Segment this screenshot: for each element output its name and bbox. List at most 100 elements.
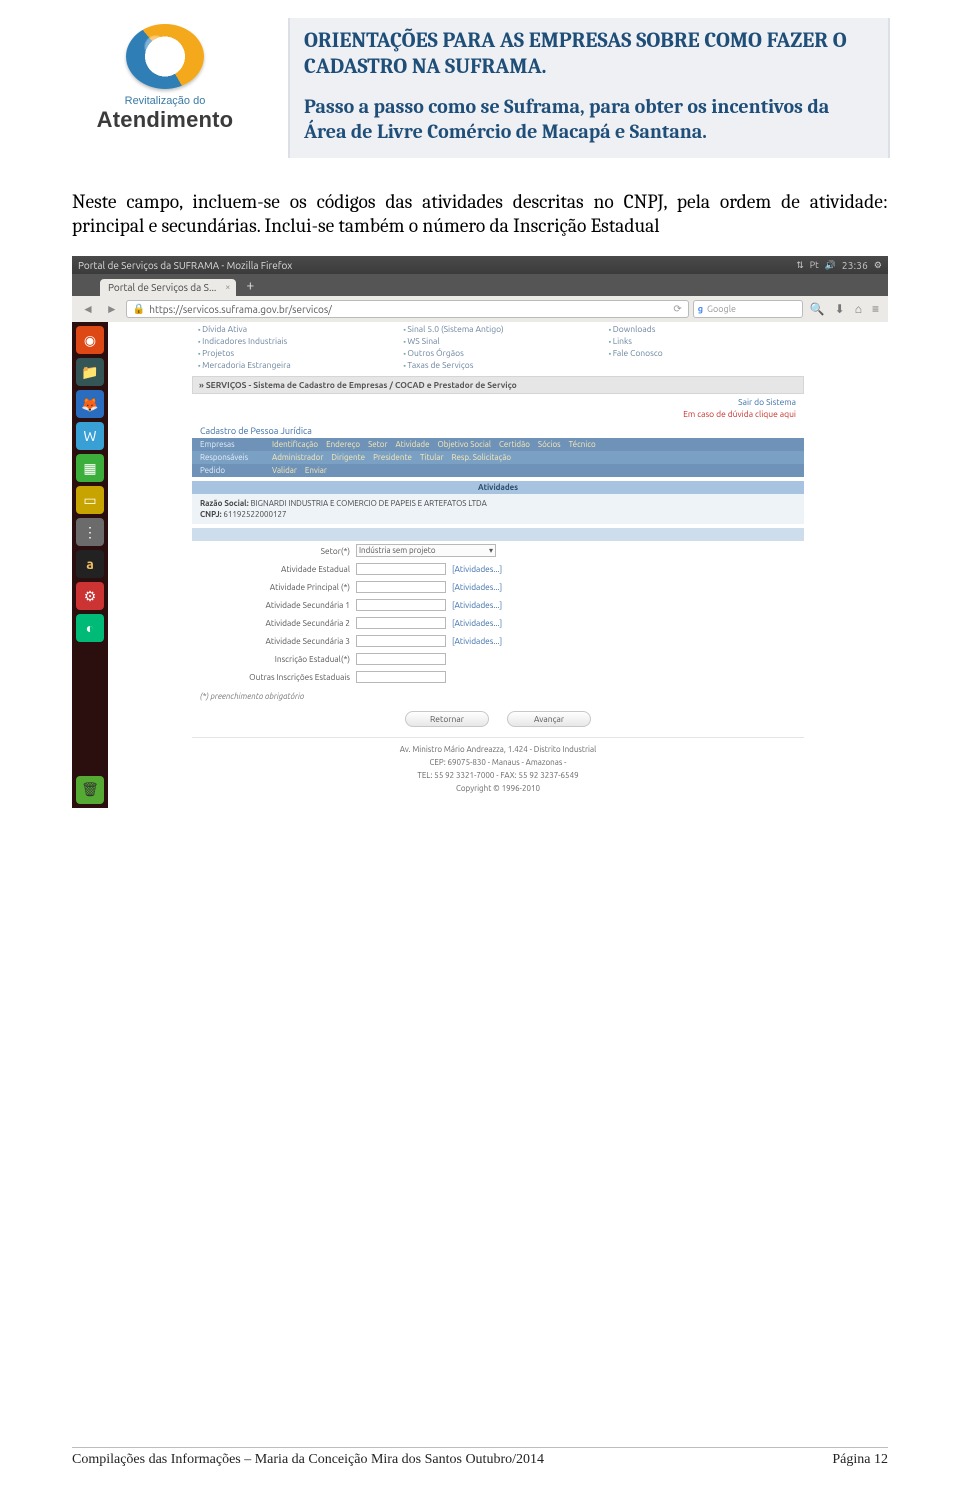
close-tab-icon[interactable]: × — [225, 282, 230, 292]
row-atividade-estadual: Atividade Estadual [Atividades...] — [192, 560, 804, 578]
atividades-link[interactable]: [Atividades...] — [452, 600, 502, 610]
google-icon: g — [698, 304, 703, 314]
search-placeholder: Google — [707, 304, 736, 314]
nav-item[interactable]: Endereço — [326, 440, 360, 449]
nav-item[interactable]: Identificação — [272, 440, 318, 449]
new-tab-button[interactable]: + — [240, 277, 260, 293]
tray-clock: 23:36 — [842, 260, 868, 271]
toplink[interactable]: Outros Órgãos — [403, 348, 592, 358]
row-atividade-principal: Atividade Principal (*) [Atividades...] — [192, 578, 804, 596]
chevron-down-icon: ▾ — [489, 546, 493, 555]
footer-line2: CEP: 69075-830 - Manaus - Amazonas - — [192, 757, 804, 770]
nav-item[interactable]: Validar — [272, 466, 297, 475]
system-tray: ⇅ Pt 🔊 23:36 ⚙ — [796, 260, 882, 271]
row-outras-inscricoes: Outras Inscrições Estaduais — [192, 668, 804, 686]
nav-row-responsaveis: Responsáveis Administrador Dirigente Pre… — [192, 451, 804, 464]
inscricao-input[interactable] — [356, 653, 446, 665]
setor-label: Setor(*) — [200, 546, 350, 556]
footer-left: Compilações das Informações – Maria da C… — [72, 1452, 544, 1468]
tray-net-icon: ⇅ — [796, 260, 804, 271]
setor-value: Indústria sem projeto — [359, 546, 436, 555]
toplink[interactable]: Projetos — [198, 348, 387, 358]
dock-firefox-icon[interactable]: 🦊 — [76, 390, 104, 418]
outras-label: Outras Inscrições Estaduais — [200, 672, 350, 682]
tab-label: Portal de Serviços da S... — [108, 282, 216, 293]
dock-extra-icon[interactable]: ◐ — [76, 614, 104, 642]
portal: Dívida Ativa Indicadores Industriais Pro… — [192, 322, 804, 804]
field-label: Atividade Secundária 3 — [200, 636, 350, 646]
help-link[interactable]: Em caso de dúvida clique aqui — [200, 409, 796, 419]
toplink[interactable]: Fale Conosco — [609, 348, 798, 358]
url-scheme: https:// — [149, 304, 183, 315]
forward-button[interactable]: ► — [102, 302, 122, 316]
atividades-subheader — [192, 528, 804, 541]
nav-row-pedido: Pedido Validar Enviar — [192, 464, 804, 477]
dock-software-icon[interactable]: ⋮ — [76, 518, 104, 546]
setor-select[interactable]: Indústria sem projeto ▾ — [356, 544, 496, 557]
home-icon[interactable]: ⌂ — [852, 302, 865, 316]
nav-label: Empresas — [200, 440, 264, 449]
url-bar[interactable]: 🔒 https:// servicos.suframa.gov.br /serv… — [126, 300, 689, 318]
atividades-link[interactable]: [Atividades...] — [452, 564, 502, 574]
nav-item[interactable]: Administrador — [272, 453, 323, 462]
logout-link[interactable]: Sair do Sistema — [200, 397, 796, 407]
dock-impress-icon[interactable]: ▭ — [76, 486, 104, 514]
body-paragraph: Neste campo, incluem-se os códigos das a… — [0, 168, 960, 238]
footer-line1: Av. Ministro Mário Andreazza, 1.424 - Di… — [192, 744, 804, 757]
toplink[interactable]: Sinal 5.0 (Sistema Antigo) — [403, 324, 592, 334]
toplink[interactable]: WS Sinal — [403, 336, 592, 346]
row-setor: Setor(*) Indústria sem projeto ▾ — [192, 541, 804, 560]
atividade-sec3-input[interactable] — [356, 635, 446, 647]
firefox-titlebar: Portal de Serviços da SUFRAMA - Mozilla … — [72, 256, 888, 274]
atividade-principal-input[interactable] — [356, 581, 446, 593]
nav-item[interactable]: Atividade — [396, 440, 430, 449]
nav-item[interactable]: Certidão — [499, 440, 530, 449]
row-atividade-sec3: Atividade Secundária 3 [Atividades...] — [192, 632, 804, 650]
nav-item[interactable]: Titular — [420, 453, 444, 462]
shot-body: ◉ 📁 🦊 W ▦ ▭ ⋮ a ⚙ ◐ 🗑 Dívida Ativa Indic… — [72, 322, 888, 808]
cnpj-value: 61192522000127 — [223, 510, 286, 519]
back-button[interactable]: ◄ — [78, 302, 98, 316]
atividades-link[interactable]: [Atividades...] — [452, 618, 502, 628]
dock-trash-icon[interactable]: 🗑 — [76, 776, 104, 804]
toplink[interactable]: Mercadoria Estrangeira — [198, 360, 387, 370]
dock-files-icon[interactable]: 📁 — [76, 358, 104, 386]
avancar-button[interactable]: Avançar — [507, 711, 591, 727]
search-icon[interactable]: 🔍 — [807, 302, 828, 316]
menu-icon[interactable]: ≡ — [869, 302, 882, 316]
dock-settings-icon[interactable]: ⚙ — [76, 582, 104, 610]
toplink[interactable]: Indicadores Industriais — [198, 336, 387, 346]
toplink[interactable]: Links — [609, 336, 798, 346]
dock-calc-icon[interactable]: ▦ — [76, 454, 104, 482]
footer-right: Página 12 — [832, 1452, 888, 1468]
atividade-estadual-input[interactable] — [356, 563, 446, 575]
atividades-link[interactable]: [Atividades...] — [452, 582, 502, 592]
search-box[interactable]: g Google — [693, 300, 803, 318]
nav-item[interactable]: Resp. Solicitação — [452, 453, 512, 462]
atividades-link[interactable]: [Atividades...] — [452, 636, 502, 646]
atividade-sec2-input[interactable] — [356, 617, 446, 629]
dock-writer-icon[interactable]: W — [76, 422, 104, 450]
reload-icon[interactable]: ⟳ — [673, 303, 681, 315]
atividade-sec1-input[interactable] — [356, 599, 446, 611]
portal-footer: Av. Ministro Mário Andreazza, 1.424 - Di… — [192, 737, 804, 803]
nav-item[interactable]: Enviar — [305, 466, 327, 475]
nav-item[interactable]: Sócios — [538, 440, 561, 449]
nav-item[interactable]: Técnico — [569, 440, 596, 449]
logo-big-text: Atendimento — [97, 107, 234, 133]
nav-item[interactable]: Presidente — [373, 453, 412, 462]
toplink[interactable]: Downloads — [609, 324, 798, 334]
razao-label: Razão Social: — [200, 499, 249, 508]
retornar-button[interactable]: Retornar — [405, 711, 489, 727]
toplink[interactable]: Dívida Ativa — [198, 324, 387, 334]
downloads-icon[interactable]: ⬇ — [832, 302, 848, 316]
outras-input[interactable] — [356, 671, 446, 683]
nav-item[interactable]: Dirigente — [331, 453, 365, 462]
nav-item[interactable]: Setor — [368, 440, 387, 449]
dock-amazon-icon[interactable]: a — [76, 550, 104, 578]
dock-dash-icon[interactable]: ◉ — [76, 326, 104, 354]
document-header: Revitalização do Atendimento ORIENTAÇÕES… — [0, 0, 960, 168]
toplink[interactable]: Taxas de Serviços — [403, 360, 592, 370]
nav-item[interactable]: Objetivo Social — [438, 440, 491, 449]
browser-tab[interactable]: Portal de Serviços da S... × — [100, 279, 236, 296]
